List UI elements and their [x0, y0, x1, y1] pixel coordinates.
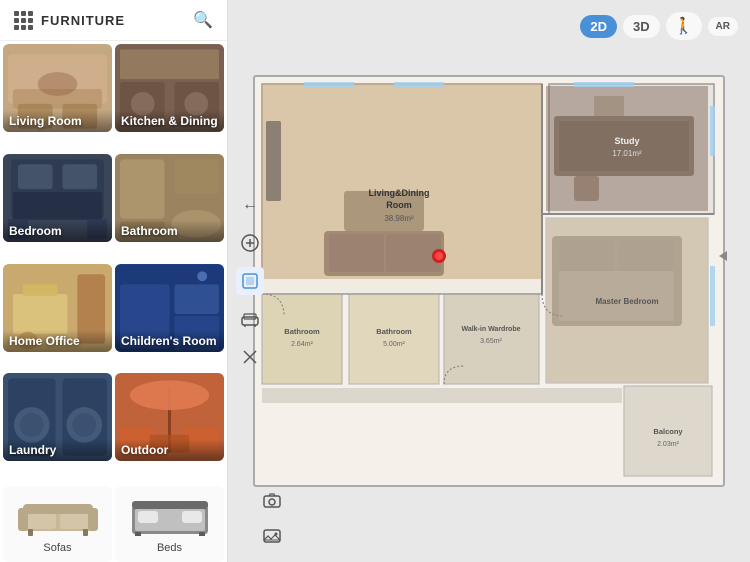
svg-text:Bathroom: Bathroom: [376, 327, 412, 336]
bottom-toolbar: [258, 486, 286, 550]
svg-text:Master Bedroom: Master Bedroom: [595, 297, 658, 306]
svg-text:5.00m²: 5.00m²: [383, 341, 405, 348]
svg-text:3.65m²: 3.65m²: [480, 338, 502, 345]
sidebar-header-left: FURNITURE: [14, 11, 125, 30]
sofa-image: [18, 494, 98, 538]
category-label-childrens: Children's Room: [115, 330, 224, 352]
category-item-kitchen[interactable]: Kitchen & Dining: [115, 44, 224, 132]
left-toolbar: ←: [236, 191, 264, 371]
category-label-bedroom: Bedroom: [3, 220, 112, 242]
image-icon[interactable]: [258, 522, 286, 550]
svg-text:Room: Room: [386, 200, 412, 210]
bed-image: [130, 494, 210, 538]
subcategory-label-sofas: Sofas: [43, 542, 71, 554]
category-grid: Living Room Kitchen & Dining: [0, 41, 227, 483]
view-controls: 2D 3D 🚶 AR: [580, 12, 738, 40]
category-item-bedroom[interactable]: Bedroom: [3, 154, 112, 242]
svg-text:2.64m²: 2.64m²: [291, 341, 313, 348]
svg-text:38.98m²: 38.98m²: [384, 214, 414, 223]
view-ar-button[interactable]: AR: [708, 17, 738, 36]
category-item-bathroom[interactable]: Bathroom: [115, 154, 224, 242]
subcategory-item-sofas[interactable]: Sofas: [3, 486, 112, 562]
category-label-outdoor: Outdoor: [115, 439, 224, 461]
furniture-icon[interactable]: [236, 305, 264, 333]
category-label-homeoffice: Home Office: [3, 330, 112, 352]
category-label-laundry: Laundry: [3, 439, 112, 461]
category-label-kitchen: Kitchen & Dining: [115, 110, 224, 132]
svg-text:2.03m²: 2.03m²: [657, 441, 679, 448]
svg-text:Walk-in Wardrobe: Walk-in Wardrobe: [462, 326, 521, 333]
view-3d-button[interactable]: 3D: [623, 15, 660, 38]
search-icon[interactable]: 🔍: [193, 10, 213, 30]
subcategory-grid: Sofas Beds: [0, 483, 227, 562]
svg-text:Living&Dining: Living&Dining: [369, 188, 430, 198]
view-2d-button[interactable]: 2D: [580, 15, 617, 38]
category-item-laundry[interactable]: Laundry: [3, 373, 112, 461]
category-label-bathroom: Bathroom: [115, 220, 224, 242]
category-item-outdoor[interactable]: Outdoor: [115, 373, 224, 461]
svg-text:Study: Study: [614, 136, 639, 146]
subcategory-item-beds[interactable]: Beds: [115, 486, 224, 562]
svg-text:17.01m²: 17.01m²: [612, 149, 642, 158]
floor-icon[interactable]: [236, 267, 264, 295]
back-icon[interactable]: ←: [236, 191, 264, 219]
svg-text:Bathroom: Bathroom: [284, 327, 320, 336]
subcategory-label-beds: Beds: [157, 542, 182, 554]
category-label-living: Living Room: [3, 110, 112, 132]
sidebar: FURNITURE 🔍 Living Room: [0, 0, 228, 562]
floorplan[interactable]: Living&Dining Room 38.98m² Study 17.01m²…: [244, 66, 734, 496]
add-icon[interactable]: [236, 229, 264, 257]
category-item-childrens[interactable]: Children's Room: [115, 264, 224, 352]
category-item-living[interactable]: Living Room: [3, 44, 112, 132]
sidebar-header: FURNITURE 🔍: [0, 0, 227, 41]
sidebar-title: FURNITURE: [41, 13, 125, 28]
svg-text:Balcony: Balcony: [653, 427, 683, 436]
view-walk-button[interactable]: 🚶: [666, 12, 702, 40]
category-item-homeoffice[interactable]: Home Office: [3, 264, 112, 352]
scissor-icon[interactable]: [236, 343, 264, 371]
grid-icon: [14, 11, 33, 30]
camera-icon[interactable]: [258, 486, 286, 514]
main-area: ← 2D 3D 🚶 AR: [228, 0, 750, 562]
